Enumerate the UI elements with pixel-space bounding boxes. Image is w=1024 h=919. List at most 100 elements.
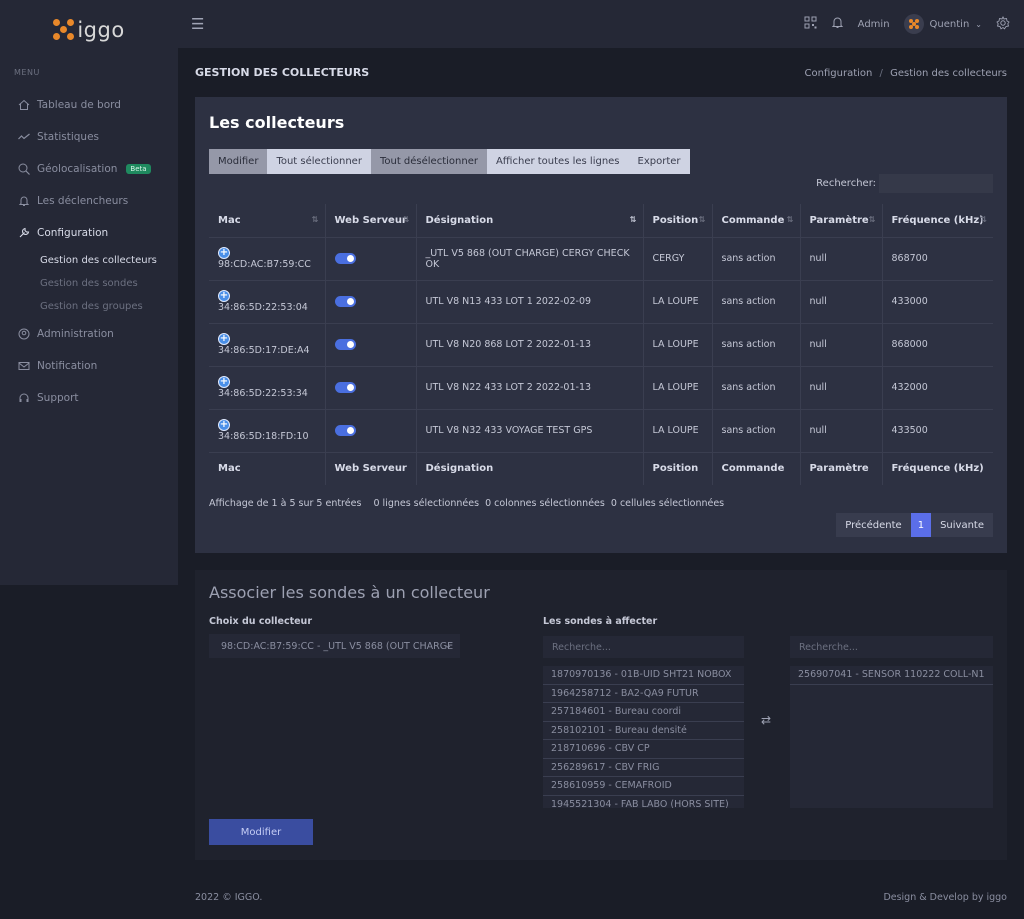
collector-choice-label: Choix du collecteur — [209, 616, 313, 627]
sidebar-item-label: Les déclencheurs — [37, 195, 129, 207]
table-row[interactable]: +34:86:5D:17:DE:A4 UTL V8 N20 868 LOT 2 … — [209, 322, 993, 366]
list-item[interactable]: 257184601 - Bureau coordi — [543, 703, 744, 722]
available-search-input[interactable]: Recherche... — [543, 636, 744, 658]
topbar: ☰ Admin Quentin ⌄ — [178, 0, 1024, 48]
assigned-search-input[interactable]: Recherche... — [790, 636, 993, 658]
list-item[interactable]: 258610959 - CEMAFROID — [543, 777, 744, 796]
expand-icon[interactable]: + — [218, 419, 230, 431]
logo-icon — [53, 19, 75, 41]
web-server-toggle[interactable] — [334, 296, 356, 307]
show-all-rows-button[interactable]: Afficher toutes les lignes — [486, 149, 629, 174]
list-item[interactable]: 256289617 - CBV FRIG — [543, 759, 744, 777]
col-header-position[interactable]: Position ⇅ — [643, 204, 713, 237]
web-server-toggle[interactable] — [334, 339, 356, 350]
brand-name: iggo — [77, 18, 125, 42]
assigned-probes-list[interactable]: 256907041 - SENSOR 110222 COLL-N1 — [790, 666, 993, 808]
col-header-frequency[interactable]: Fréquence (kHz) ⇅ — [882, 204, 993, 237]
sidebar-item-triggers[interactable]: Les déclencheurs — [0, 185, 178, 217]
sidebar-item-label: Statistiques — [37, 131, 100, 143]
table-toolbar: Modifier Tout sélectionner Tout désélect… — [209, 149, 690, 174]
expand-icon[interactable]: + — [218, 376, 230, 388]
table-info: Affichage de 1 à 5 sur 5 entrées 0 ligne… — [209, 498, 725, 509]
sidebar-item-dashboard[interactable]: Tableau de bord — [0, 89, 178, 121]
sidebar-item-label: Tableau de bord — [37, 99, 121, 111]
col-header-command[interactable]: Commande ⇅ — [712, 204, 801, 237]
previous-page-button[interactable]: Précédente — [836, 513, 911, 537]
sidebar-item-label: Configuration — [37, 227, 109, 239]
web-server-toggle[interactable] — [334, 425, 356, 436]
breadcrumb-parent[interactable]: Configuration — [805, 68, 873, 79]
web-server-toggle[interactable] — [334, 382, 356, 393]
export-button[interactable]: Exporter — [628, 149, 690, 174]
sidebar-item-geolocation[interactable]: Géolocalisation Beta — [0, 153, 178, 185]
list-item[interactable]: 1964258712 - BA2-QA9 FUTUR — [543, 685, 744, 703]
associate-card: Associer les sondes à un collecteur Choi… — [195, 570, 1007, 860]
modify-button[interactable]: Modifier — [209, 149, 268, 174]
wrench-icon — [18, 227, 30, 239]
associate-title: Associer les sondes à un collecteur — [209, 583, 490, 602]
deselect-all-button[interactable]: Tout désélectionner — [370, 149, 487, 174]
headset-icon — [18, 392, 30, 404]
sidebar-subitem-collectors[interactable]: Gestion des collecteurs — [0, 249, 178, 272]
list-item[interactable]: 256907041 - SENSOR 110222 COLL-N1 — [790, 666, 993, 685]
bell-icon[interactable] — [831, 16, 844, 32]
col-header-designation[interactable]: Désignation ⇅ — [416, 204, 644, 237]
search-input[interactable] — [879, 174, 993, 193]
admin-label[interactable]: Admin — [858, 19, 890, 30]
sidebar-item-label: Notification — [37, 360, 98, 372]
expand-icon[interactable]: + — [218, 290, 230, 302]
select-all-button[interactable]: Tout sélectionner — [267, 149, 371, 174]
page-title: GESTION DES COLLECTEURS — [195, 66, 370, 79]
footer-credit: Design & Develop by iggo — [883, 892, 1007, 903]
collectors-card: Les collecteurs Modifier Tout sélectionn… — [195, 97, 1007, 553]
table-row[interactable]: +34:86:5D:18:FD:10 UTL V8 N32 433 VOYAGE… — [209, 408, 993, 452]
mail-icon — [18, 360, 30, 372]
sidebar-item-statistics[interactable]: Statistiques — [0, 121, 178, 153]
sidebar-item-support[interactable]: Support — [0, 382, 178, 414]
list-item[interactable]: 218710696 - CBV CP — [543, 740, 744, 759]
col-header-mac[interactable]: Mac ⇅ — [209, 204, 326, 237]
breadcrumb-separator: / — [879, 68, 883, 79]
web-server-toggle[interactable] — [334, 253, 356, 264]
avatar — [903, 14, 924, 34]
gear-icon[interactable] — [996, 15, 1010, 33]
sidebar-item-label: Administration — [37, 328, 114, 340]
sidebar-item-notification[interactable]: Notification — [0, 350, 178, 382]
table-row[interactable]: +34:86:5D:22:53:04 UTL V8 N13 433 LOT 1 … — [209, 279, 993, 323]
table-row[interactable]: +98:CD:AC:B7:59:CC _UTL V5 868 (OUT CHAR… — [209, 236, 993, 280]
user-icon — [18, 328, 30, 340]
qrcode-icon[interactable] — [804, 16, 817, 32]
transfer-icon[interactable]: ⇄ — [761, 713, 771, 727]
collectors-table: Mac ⇅ Web Serveur ⇅ Désignation ⇅ Position ⇅… — [209, 204, 993, 485]
col-header-web-server[interactable]: Web Serveur ⇅ — [325, 204, 417, 237]
sidebar-subitem-groups[interactable]: Gestion des groupes — [0, 295, 178, 318]
menu-toggle-icon[interactable]: ☰ — [191, 15, 204, 33]
user-menu[interactable]: Quentin ⌄ — [903, 14, 982, 34]
probes-label: Les sondes à affecter — [543, 616, 658, 627]
home-icon — [18, 99, 30, 111]
expand-icon[interactable]: + — [218, 247, 230, 259]
search-location-icon — [18, 163, 30, 175]
list-item[interactable]: 258102101 - Bureau densité — [543, 722, 744, 740]
collectors-title: Les collecteurs — [209, 113, 345, 132]
list-item[interactable]: 1870970136 - 01B-UID SHT21 NOBOX — [543, 666, 744, 685]
user-name: Quentin — [929, 18, 970, 30]
list-item[interactable]: 1945521304 - FAB LABO (HORS SITE) — [543, 796, 744, 808]
breadcrumb: Configuration / Gestion des collecteurs — [805, 68, 1007, 79]
col-footer-parameter: Paramètre — [800, 451, 883, 485]
logo[interactable]: iggo — [0, 0, 178, 60]
submit-modify-button[interactable]: Modifier — [209, 819, 313, 845]
chart-icon — [18, 131, 30, 143]
sidebar-item-administration[interactable]: Administration — [0, 318, 178, 350]
beta-badge: Beta — [126, 164, 151, 174]
available-probes-list[interactable]: 1870970136 - 01B-UID SHT21 NOBOX 1964258… — [543, 666, 744, 808]
col-header-parameter[interactable]: Paramètre ⇅ — [800, 204, 883, 237]
sidebar-item-configuration[interactable]: Configuration — [0, 217, 178, 249]
table-row[interactable]: +34:86:5D:22:53:34 UTL V8 N22 433 LOT 2 … — [209, 365, 993, 409]
page-1-button[interactable]: 1 — [910, 513, 932, 537]
expand-icon[interactable]: + — [218, 333, 230, 345]
collector-select[interactable]: 98:CD:AC:B7:59:CC - _UTL V5 868 (OUT CHA… — [209, 634, 460, 658]
menu-title: MENU — [14, 68, 40, 77]
next-page-button[interactable]: Suivante — [931, 513, 993, 537]
sidebar-subitem-probes[interactable]: Gestion des sondes — [0, 272, 178, 295]
